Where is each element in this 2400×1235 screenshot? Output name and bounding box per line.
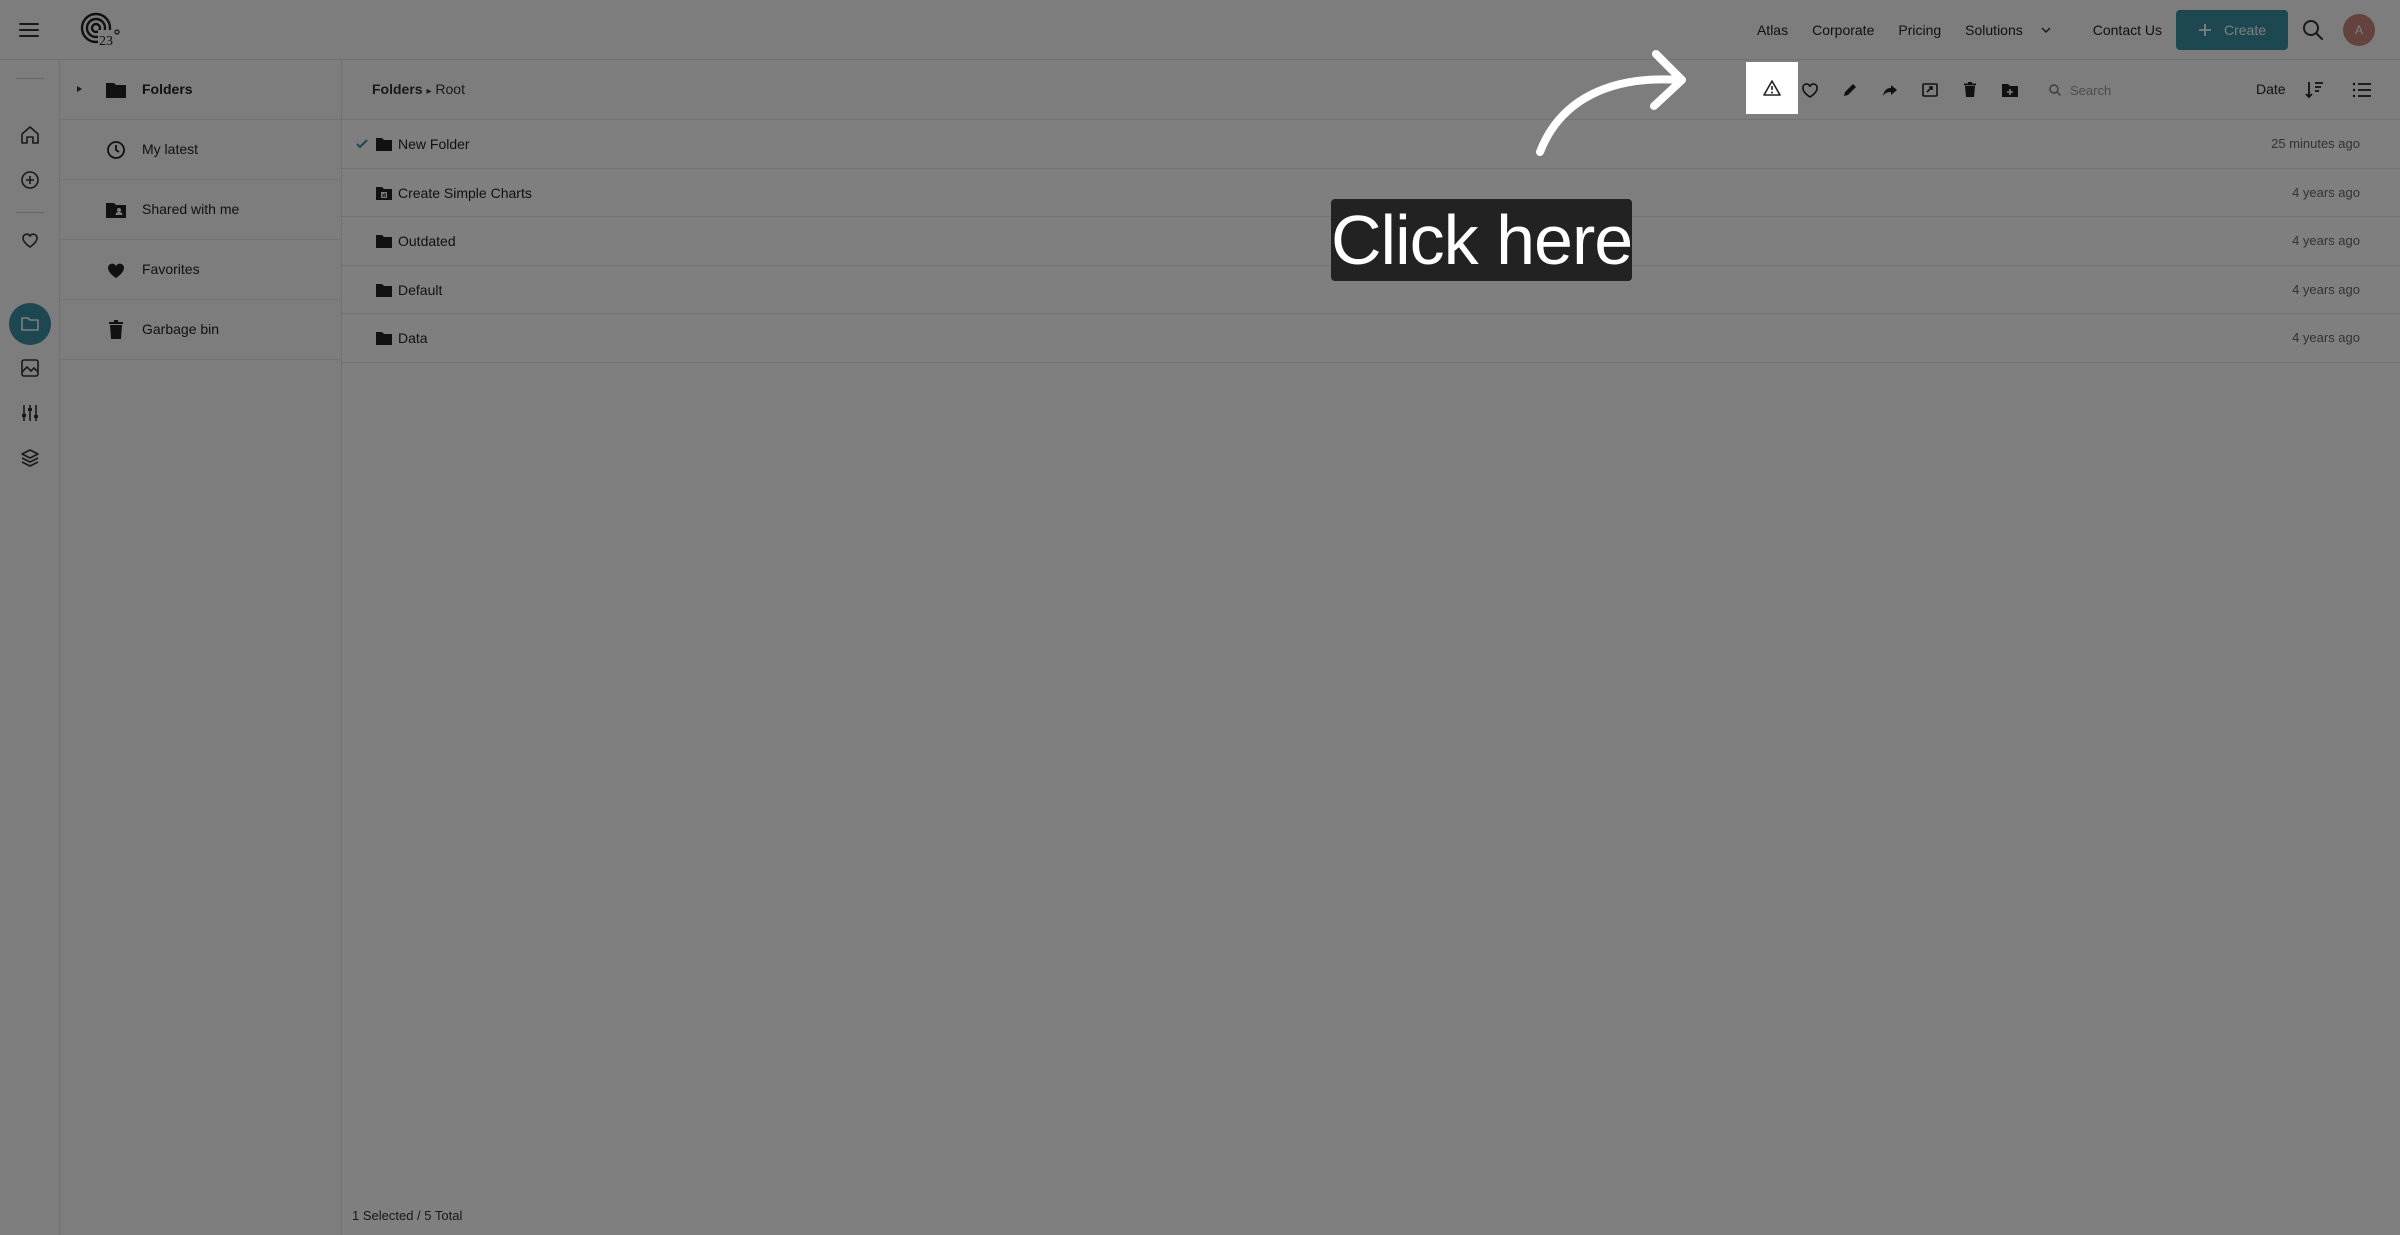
highlighted-warning-button[interactable] [1746, 62, 1798, 114]
tutorial-dim-overlay [0, 0, 2400, 1235]
tutorial-hint: Click here [1331, 199, 1633, 281]
hint-arrow-icon [1520, 40, 1700, 160]
